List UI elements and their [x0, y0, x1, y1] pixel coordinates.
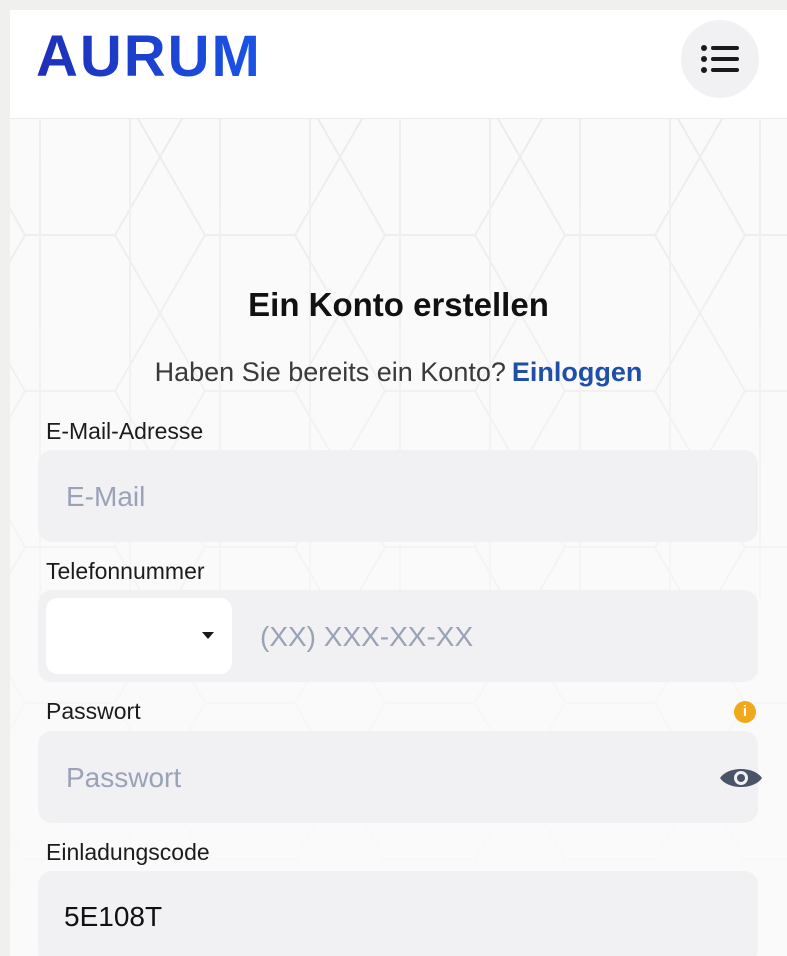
logo-text: AURUM: [36, 28, 262, 82]
login-link[interactable]: Einloggen: [512, 357, 643, 387]
invite-code-field-box[interactable]: 5E108T: [38, 871, 758, 956]
phone-label: Telefonnummer: [46, 558, 205, 584]
app-frame: AURUM Ein Konto erstellen Haben Sie bere…: [10, 10, 787, 956]
menu-button[interactable]: [681, 20, 759, 98]
password-field-box: [38, 731, 762, 825]
have-account-text: Haben Sie bereits ein Konto?: [154, 357, 506, 387]
email-label: E-Mail-Adresse: [46, 418, 204, 444]
caret-down-icon: [202, 632, 214, 639]
password-input[interactable]: [64, 731, 698, 825]
hamburger-list-icon: [701, 45, 739, 73]
info-icon[interactable]: i: [734, 701, 756, 723]
email-field-box: [38, 450, 758, 544]
top-header: AURUM: [10, 10, 787, 119]
eye-icon[interactable]: [718, 763, 764, 793]
aurum-logo[interactable]: AURUM: [36, 28, 336, 82]
country-code-select[interactable]: [46, 598, 232, 674]
password-label: Passwort: [46, 698, 141, 724]
page-title: Ein Konto erstellen: [248, 286, 549, 323]
phone-field-box: [38, 590, 758, 684]
login-prompt: Haben Sie bereits ein Konto? Einloggen: [10, 357, 787, 388]
invite-code-label: Einladungscode: [46, 839, 210, 865]
phone-input[interactable]: [258, 590, 742, 684]
email-input[interactable]: [64, 450, 738, 544]
invite-code-value: 5E108T: [64, 901, 163, 932]
